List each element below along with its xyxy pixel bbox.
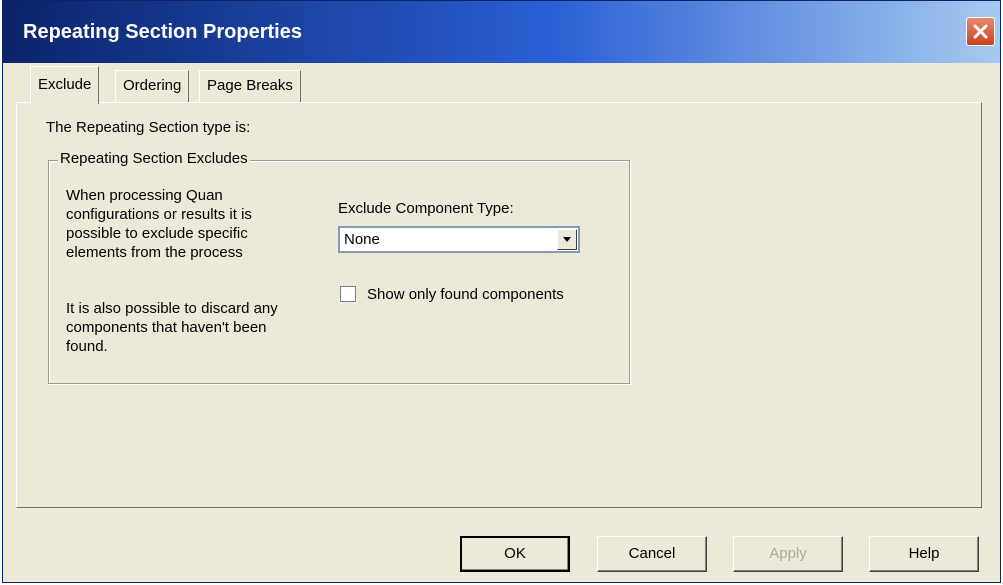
close-icon bbox=[973, 24, 988, 39]
tab-exclude-label: Exclude bbox=[38, 76, 92, 93]
tab-page-breaks[interactable]: Page Breaks bbox=[199, 70, 301, 102]
close-button[interactable] bbox=[966, 17, 995, 46]
tab-ordering-label: Ordering bbox=[123, 77, 182, 94]
show-found-label[interactable]: Show only found components bbox=[367, 285, 564, 304]
help-button[interactable]: Help bbox=[869, 536, 979, 572]
exclude-type-select[interactable]: None bbox=[338, 226, 580, 253]
description-line-3: possible to exclude specific bbox=[66, 225, 248, 242]
section-type-label: The Repeating Section type is: bbox=[46, 119, 251, 136]
apply-button[interactable]: Apply bbox=[733, 536, 843, 572]
exclude-type-value: None bbox=[344, 231, 380, 248]
discard-line-1: It is also possible to discard any bbox=[66, 300, 278, 317]
description-line-4: elements from the process bbox=[66, 244, 243, 261]
description-line-1: When processing Quan bbox=[66, 187, 223, 204]
discard-line-3: found. bbox=[66, 338, 108, 355]
dropdown-button[interactable] bbox=[557, 229, 577, 250]
show-found-checkbox[interactable] bbox=[340, 286, 356, 302]
tab-page-breaks-label: Page Breaks bbox=[207, 77, 293, 94]
tab-ordering[interactable]: Ordering bbox=[115, 70, 190, 102]
cancel-button[interactable]: Cancel bbox=[597, 536, 707, 572]
exclude-type-label: Exclude Component Type: bbox=[338, 200, 514, 217]
description-line-2: configurations or results it is bbox=[66, 206, 252, 223]
groupbox-title: Repeating Section Excludes bbox=[58, 150, 250, 167]
tab-exclude[interactable]: Exclude bbox=[30, 66, 100, 104]
window-title: Repeating Section Properties bbox=[23, 21, 302, 43]
discard-line-2: components that haven't been bbox=[66, 319, 267, 336]
ok-button[interactable]: OK bbox=[460, 536, 570, 572]
title-bar[interactable]: Repeating Section Properties bbox=[3, 1, 1000, 63]
chevron-down-icon bbox=[563, 237, 571, 242]
